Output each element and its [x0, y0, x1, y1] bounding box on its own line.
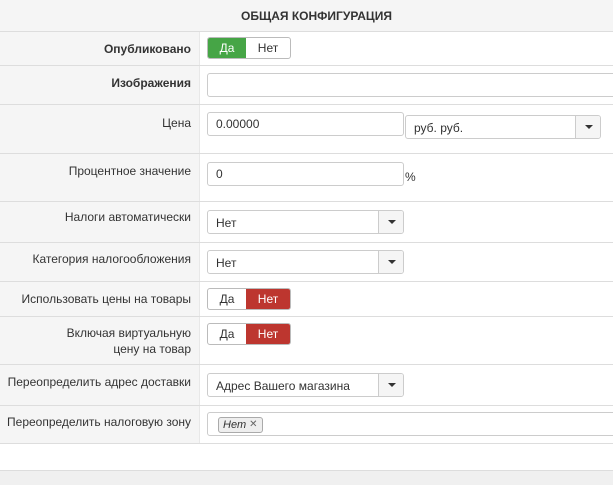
- tax-category-select[interactable]: Нет: [207, 250, 404, 274]
- include-virtual-label: Включая виртуальную цену на товар: [0, 317, 200, 364]
- include-virtual-toggle[interactable]: Да Нет: [207, 323, 291, 345]
- row-override-tax-zone: Переопределить налоговую зону Нет ✕: [0, 406, 613, 444]
- use-product-prices-toggle[interactable]: Да Нет: [207, 288, 291, 310]
- include-virtual-no-button[interactable]: Нет: [246, 324, 290, 344]
- footer-bar: [0, 470, 613, 485]
- include-virtual-label-line1: Включая виртуальную: [66, 326, 191, 340]
- currency-dropdown-button[interactable]: [575, 116, 600, 138]
- tax-category-label: Категория налогообложения: [0, 243, 200, 281]
- include-virtual-label-line2: цену на товар: [113, 342, 191, 356]
- row-auto-taxes: Налоги автоматически Нет: [0, 202, 613, 243]
- row-override-shipping: Переопределить адрес доставки Адрес Ваше…: [0, 365, 613, 406]
- currency-select-value: руб. руб.: [414, 121, 464, 135]
- override-shipping-select[interactable]: Адрес Вашего магазина: [207, 373, 404, 397]
- caret-down-icon: [388, 260, 396, 264]
- use-product-prices-no-button[interactable]: Нет: [246, 289, 290, 309]
- row-price: Цена 0.00000 руб. руб.: [0, 105, 613, 154]
- published-label: Опубликовано: [0, 32, 200, 65]
- row-tax-category: Категория налогообложения Нет: [0, 243, 613, 282]
- published-no-button[interactable]: Нет: [246, 38, 290, 58]
- price-label: Цена: [0, 105, 200, 153]
- include-virtual-yes-button[interactable]: Да: [208, 324, 246, 344]
- tax-zone-chip-label: Нет: [223, 419, 247, 431]
- use-product-prices-yes-button[interactable]: Да: [208, 289, 246, 309]
- published-toggle[interactable]: Да Нет: [207, 37, 291, 59]
- auto-taxes-dropdown-button[interactable]: [378, 211, 403, 233]
- published-yes-button[interactable]: Да: [208, 38, 246, 58]
- auto-taxes-select[interactable]: Нет: [207, 210, 404, 234]
- auto-taxes-label: Налоги автоматически: [0, 202, 200, 242]
- row-percent: Процентное значение 0 %: [0, 154, 613, 202]
- row-published: Опубликовано Да Нет: [0, 32, 613, 66]
- percent-suffix: %: [405, 170, 416, 184]
- currency-select[interactable]: руб. руб.: [405, 115, 601, 139]
- section-title: ОБЩАЯ КОНФИГУРАЦИЯ: [241, 9, 392, 23]
- row-include-virtual: Включая виртуальную цену на товар Да Нет: [0, 317, 613, 365]
- override-shipping-label: Переопределить адрес доставки: [0, 365, 200, 405]
- override-shipping-dropdown-button[interactable]: [378, 374, 403, 396]
- percent-input[interactable]: 0: [207, 162, 404, 186]
- row-images: Изображения: [0, 66, 613, 105]
- caret-down-icon: [585, 125, 593, 129]
- override-tax-zone-label: Переопределить налоговую зону: [0, 406, 200, 443]
- caret-down-icon: [388, 383, 396, 387]
- override-shipping-select-value: Адрес Вашего магазина: [216, 379, 350, 393]
- tax-category-select-value: Нет: [216, 256, 237, 270]
- percent-label: Процентное значение: [0, 154, 200, 201]
- images-input[interactable]: [207, 73, 613, 97]
- price-input[interactable]: 0.00000: [207, 112, 404, 136]
- section-header: ОБЩАЯ КОНФИГУРАЦИЯ: [0, 0, 613, 32]
- auto-taxes-select-value: Нет: [216, 216, 237, 230]
- row-use-product-prices: Использовать цены на товары Да Нет: [0, 282, 613, 317]
- tax-category-dropdown-button[interactable]: [378, 251, 403, 273]
- use-product-prices-label: Использовать цены на товары: [0, 282, 200, 316]
- tax-zone-multiselect[interactable]: Нет ✕: [207, 412, 613, 436]
- tax-zone-chip: Нет ✕: [218, 417, 263, 433]
- caret-down-icon: [388, 220, 396, 224]
- close-icon[interactable]: ✕: [249, 418, 257, 432]
- images-label: Изображения: [0, 66, 200, 104]
